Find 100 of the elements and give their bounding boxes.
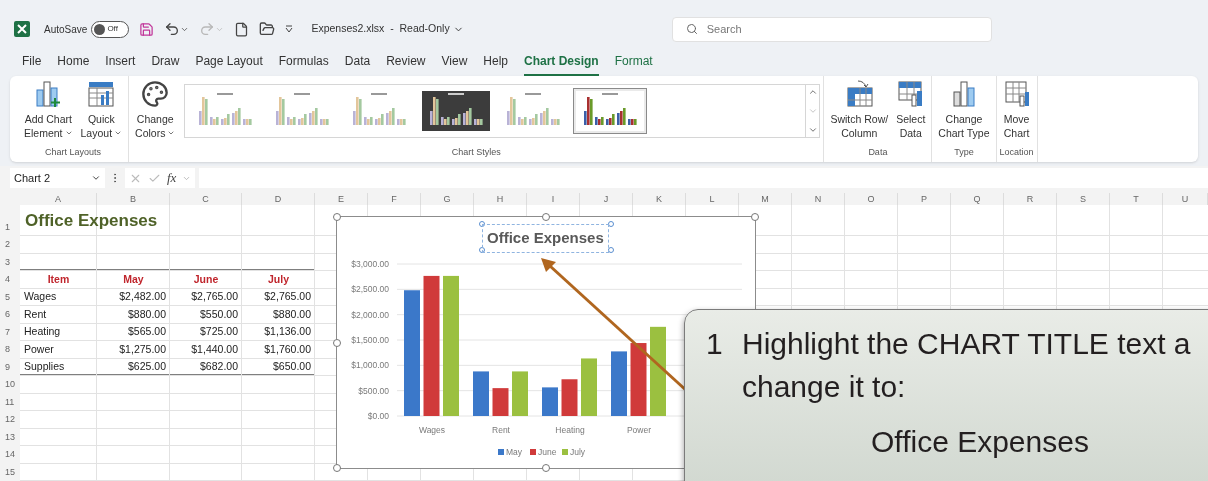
chart-style-thumbnail[interactable] [573,88,648,134]
layout-icon [87,80,116,108]
table-cell[interactable]: $682.00 [170,358,242,376]
ribbon-button[interactable]: Change Chart Type [935,76,993,140]
ribbon-tab[interactable]: Home [57,52,90,76]
selection-handle[interactable] [479,221,485,227]
table-header[interactable]: July [242,271,315,289]
ribbon-button[interactable]: Change Colors [132,76,179,140]
table-cell[interactable]: $625.00 [97,358,170,376]
resize-handle[interactable] [333,338,341,347]
ribbon-tab[interactable]: Help [483,52,508,76]
dropdown-icon [64,129,73,137]
table-cell[interactable]: $880.00 [242,306,315,324]
selection-handle[interactable] [479,247,485,253]
autosave-toggle[interactable]: Off [91,20,130,38]
table-header[interactable]: June [170,271,242,289]
table-cell[interactable]: $1,136.00 [242,323,315,341]
table-arrows-icon [844,80,875,108]
folder-icon[interactable] [259,21,276,37]
file-title[interactable]: Expenses2.xlsx - Read-Only [311,21,464,37]
table-cell[interactable]: Power [20,341,97,359]
resize-handle[interactable] [751,213,759,221]
group-label: Chart Layouts [45,145,102,159]
ribbon-button[interactable]: Switch Row/ Column [827,76,892,140]
table-header[interactable]: Item [20,271,97,289]
ribbon-tab[interactable]: Draw [151,52,180,76]
autosave-label: AutoSave [44,22,88,37]
table-cell[interactable]: $2,765.00 [170,288,242,306]
more-icon[interactable] [807,125,818,135]
table-cell[interactable]: $2,482.00 [97,288,170,306]
excel-logo-icon [14,21,30,37]
group-label: Location [999,145,1034,159]
row-header[interactable]: 4 [0,271,20,289]
table-chart-icon [896,80,925,108]
customize-icon[interactable] [285,25,294,33]
name-box[interactable]: Chart 2 [10,168,105,188]
table-cell[interactable]: $565.00 [97,323,170,341]
table-cell[interactable]: Wages [20,288,97,306]
search-field[interactable]: Search [671,16,992,42]
instruction-value: Office Expenses [871,424,1089,460]
table-cell[interactable]: $2,765.00 [242,288,315,306]
row-header[interactable]: 10 [0,376,20,394]
legend-label: May [506,447,523,457]
resize-handle[interactable] [542,464,550,472]
table-cell[interactable]: $1,760.00 [242,341,315,359]
ribbon-tab[interactable]: Page Layout [195,52,263,76]
ribbon-button[interactable]: Select Data [893,76,929,140]
row-header[interactable]: 14 [0,446,20,464]
ribbon-button[interactable]: Quick Layout [77,76,126,140]
table-cell[interactable]: $880.00 [97,306,170,324]
new-file-icon[interactable] [234,21,250,37]
table-cell[interactable]: Heating [20,323,97,341]
table-cell[interactable]: Rent [20,306,97,324]
step-number: 1 [705,326,724,362]
table-cell[interactable]: Supplies [20,358,97,376]
resize-handle[interactable] [333,213,341,221]
function-button[interactable]: fx [167,168,177,188]
table-cell[interactable]: $1,275.00 [97,341,170,359]
undo-icon[interactable] [164,21,181,37]
table-cell[interactable]: $650.00 [242,358,315,376]
group-label: Chart Styles [451,145,501,159]
bar-chart-icon [950,80,977,108]
ribbon-tab[interactable]: File [22,52,42,76]
ribbon-button[interactable]: Add Chart Element [21,76,76,140]
selection-handle[interactable] [608,221,614,227]
dropdown-icon [114,129,123,137]
ribbon-tab[interactable]: Data [344,52,371,76]
table-cell[interactable]: $1,440.00 [170,341,242,359]
palette-icon [141,80,170,108]
row-header[interactable]: 12 [0,411,20,429]
row-header[interactable]: 6 [0,306,20,324]
table-cell[interactable]: $725.00 [170,323,242,341]
scroll-up-icon[interactable] [807,87,818,97]
ribbon-tab[interactable]: Review [386,52,426,76]
row-header[interactable]: 8 [0,341,20,359]
resize-handle[interactable] [333,464,341,472]
row-header[interactable]: 2 [0,236,20,254]
axis-tick-label: $2,000.00 [351,309,389,320]
axis-tick-label: $2,500.00 [351,284,389,295]
axis-tick-label: $3,000.00 [351,259,389,269]
ribbon-tab[interactable]: Formulas [278,52,329,76]
ribbon-tab[interactable]: Format [614,52,653,76]
ribbon-tab[interactable]: View [441,52,468,76]
category-label: Wages [418,425,446,435]
axis-tick-label: $0.00 [367,411,389,421]
dropdown-icon [167,129,176,137]
resize-handle[interactable] [542,213,550,221]
axis-tick-label: $1,500.00 [351,335,389,345]
ribbon-tab[interactable]: Insert [105,52,136,76]
save-icon[interactable] [139,21,155,37]
category-label: Rent [492,425,510,435]
ribbon-button[interactable]: Move Chart [999,76,1034,140]
selection-handle[interactable] [608,247,614,253]
table-header[interactable]: May [97,271,170,289]
move-chart-icon [1002,80,1031,108]
group-label: Type [954,145,974,159]
row-header[interactable]: 1 [0,205,20,236]
chart-title[interactable]: Office Expenses [482,224,609,253]
sheet-title: Office Expenses [25,209,158,232]
table-cell[interactable]: $550.00 [170,306,242,324]
